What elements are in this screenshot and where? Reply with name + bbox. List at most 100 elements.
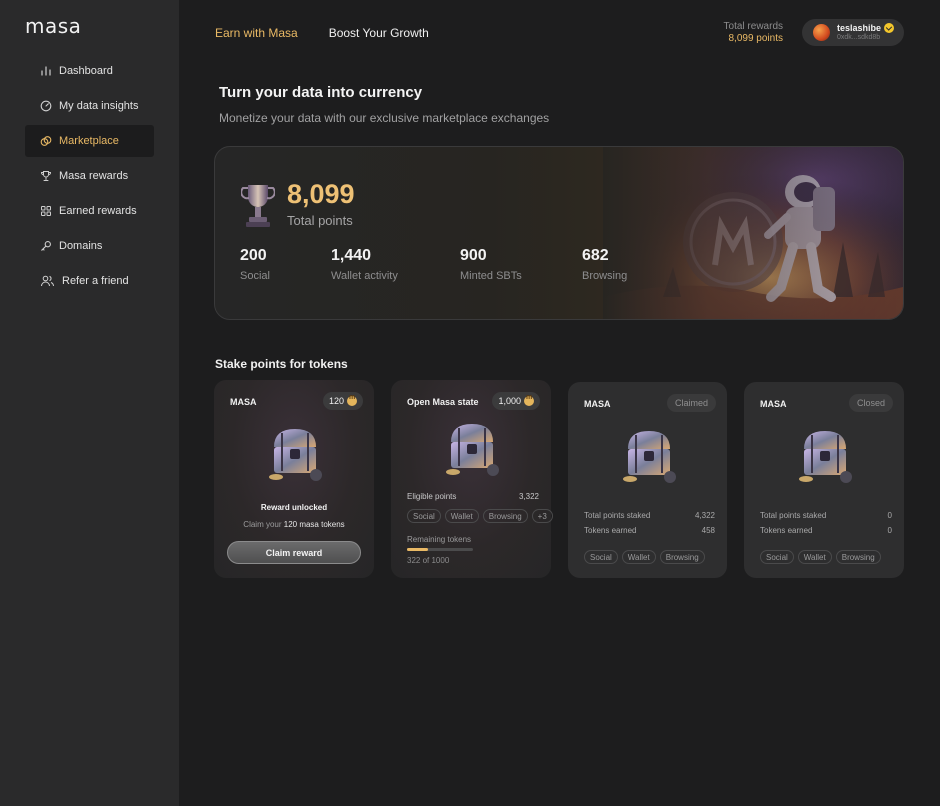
stat-label: Minted SBTs [460,270,522,282]
sidebar: masa Dashboard My data insights Marketpl… [0,0,179,806]
total-points-value: 8,099 [287,179,355,209]
sidebar-item-domains[interactable]: Domains [25,230,154,262]
stat-social: 200 Social [240,247,270,282]
sidebar-item-label: Masa rewards [59,170,129,182]
stat-value: 1,440 [331,247,372,264]
total-rewards-label: Total rewards [723,21,783,32]
sidebar-item-label: My data insights [59,100,139,112]
sidebar-nav: Dashboard My data insights Marketplace M… [25,55,154,300]
treasure-chest-icon [623,431,676,483]
remaining-tokens-value: 322 of 1000 [407,556,450,565]
card-title: MASA [584,399,611,409]
sidebar-item-label: Dashboard [59,65,113,77]
remaining-tokens-progress [407,548,473,551]
sidebar-item-my-data-insights[interactable]: My data insights [25,90,154,122]
grid-icon [41,206,51,216]
points-summary-card: 8,099 Total points 200 Social 1,440 Wall… [214,146,904,320]
stat-label: Social [240,270,270,282]
trophy-icon [241,185,275,227]
points-staked-label: Total points staked [760,511,827,520]
tag-list: Social Wallet Browsing [760,550,881,564]
stake-card-masa-closed: MASA Closed Total points staked 0 Tokens… [744,382,904,578]
card-title: Open Masa state [407,397,479,407]
tag-social: Social [584,550,618,564]
tag-more[interactable]: +3 [531,509,553,523]
avatar [813,24,830,41]
total-rewards-value: 8,099 points [728,33,784,44]
stat-browsing: 682 Browsing [582,247,627,282]
user-address: 0xdk...sdkd8b [837,33,881,41]
stat-value: 900 [460,247,487,264]
stat-minted-sbts: 900 Minted SBTs [460,247,522,282]
sidebar-item-label: Domains [59,240,103,252]
status-badge: Closed [848,394,893,412]
points-staked-value: 4,322 [694,511,715,520]
tokens-earned-label: Tokens earned [760,526,813,535]
tag-list: Social Wallet Browsing [584,550,705,564]
tag-browsing: Browsing [482,509,528,523]
treasure-chest-icon [799,431,852,483]
card-title: MASA [230,397,257,407]
page-subtitle: Monetize your data with our exclusive ma… [219,111,550,125]
user-name: teslashibe [837,22,882,33]
key-icon [41,241,51,251]
users-icon [41,275,54,287]
sidebar-item-label: Marketplace [59,135,119,147]
tag-list: Social Wallet Browsing +3 [407,509,553,523]
stake-card-open-masa-state: Open Masa state 1,000 Eligible points 3,… [391,380,553,578]
badge-value: 1,000 [498,396,521,406]
stat-value: 200 [240,247,267,264]
sidebar-item-marketplace[interactable]: Marketplace [25,125,154,157]
verified-icon [884,22,895,33]
trophy-icon [41,171,51,181]
user-menu[interactable]: teslashibe 0xdk...sdkd8b [802,19,904,46]
token-badge: 1,000 [492,392,540,410]
sidebar-item-refer-a-friend[interactable]: Refer a friend [25,265,154,297]
masa-logo[interactable]: masa [25,14,81,38]
stat-label: Browsing [582,270,628,282]
card-title: MASA [760,399,787,409]
stat-value: 682 [582,247,609,264]
tokens-earned-label: Tokens earned [584,526,637,535]
badge-value: 120 [328,396,344,406]
sidebar-item-label: Earned rewards [59,205,137,217]
sidebar-item-masa-rewards[interactable]: Masa rewards [25,160,154,192]
tag-social: Social [407,509,441,523]
tab-earn-with-masa[interactable]: Earn with Masa [215,26,298,40]
claim-text-prefix: Claim your [243,520,284,529]
coins-icon [40,136,52,146]
token-badge: 120 [322,392,363,410]
claim-amount: 120 masa tokens [283,520,345,529]
tokens-earned-value: 0 [887,526,892,535]
sidebar-item-earned-rewards[interactable]: Earned rewards [25,195,154,227]
tokens-earned-value: 458 [701,526,715,535]
treasure-chest-icon [446,424,499,476]
points-staked-label: Total points staked [584,511,651,520]
gauge-icon [40,100,52,112]
stat-wallet-activity: 1,440 Wallet activity [331,247,398,282]
tab-boost-your-growth[interactable]: Boost Your Growth [329,26,429,40]
stat-label: Wallet activity [331,270,398,282]
stake-card-masa-claimed: MASA Claimed Total points staked 4,322 T… [568,382,727,578]
tag-wallet: Wallet [621,550,656,564]
masa-coin-icon [524,394,534,406]
treasure-chest-icon [269,429,322,481]
sidebar-item-dashboard[interactable]: Dashboard [25,55,154,87]
masa-coin-icon [347,394,357,406]
total-points-label: Total points [287,213,353,228]
total-rewards: Total rewards 8,099 points [724,21,783,45]
page-title: Turn your data into currency [219,84,423,101]
astronaut-illustration [603,147,903,319]
bar-chart-icon [41,66,51,76]
eligible-points-label: Eligible points [407,492,457,501]
tag-social: Social [760,550,794,564]
sidebar-item-label: Refer a friend [62,275,129,287]
tag-browsing: Browsing [659,550,705,564]
points-staked-value: 0 [887,511,892,520]
stake-card-masa-unlocked: MASA 120 Reward unlocked Claim your 120 … [214,380,374,578]
status-badge: Claimed [666,394,716,412]
progress-fill [407,548,429,551]
reward-unlocked-title: Reward unlocked [260,503,328,512]
eligible-points-value: 3,322 [518,492,539,501]
claim-reward-button[interactable]: Claim reward [227,541,361,564]
